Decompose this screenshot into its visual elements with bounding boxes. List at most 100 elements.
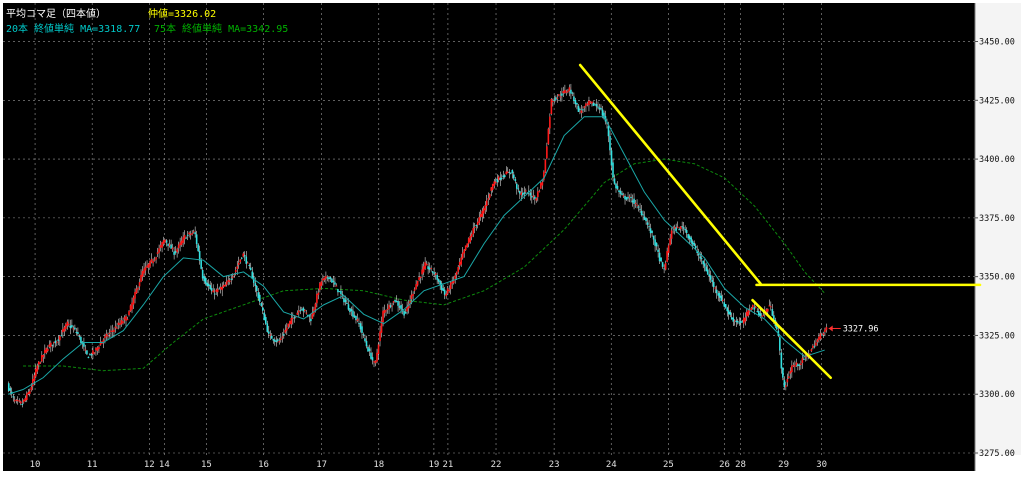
candle-up (580, 110, 583, 113)
candle-down (697, 253, 700, 256)
candle-up (812, 345, 814, 349)
candle-up (742, 317, 745, 324)
candle-down (433, 272, 435, 275)
candle-up (44, 349, 46, 354)
candle-up (412, 293, 414, 296)
candle-up (588, 100, 590, 106)
candle-down (724, 304, 727, 308)
candle-up (636, 204, 638, 206)
candle-up (815, 342, 817, 346)
candle-up (472, 227, 475, 235)
candle-down (442, 288, 444, 292)
candle-up (558, 94, 560, 96)
candle-up (320, 281, 323, 286)
candle-up (768, 305, 771, 307)
x-tick-label: 12 (144, 460, 155, 470)
candle-up (788, 376, 790, 379)
candle-up (131, 302, 133, 310)
candle-up (42, 354, 45, 358)
candle-down (712, 281, 715, 288)
candle-up (491, 184, 494, 190)
candle-down (735, 320, 738, 323)
candle-down (170, 244, 172, 249)
candle-down (338, 291, 341, 293)
candle-up (188, 232, 190, 235)
candle-up (762, 315, 765, 317)
candlestick-chart[interactable]: 3327.96 3275.00 3300.00 3325.00 3350.00 3375… (0, 0, 1024, 473)
candle-down (83, 343, 85, 347)
candle-up (15, 399, 18, 401)
candle-up (66, 321, 69, 326)
candle-up (532, 195, 535, 198)
candle-up (454, 275, 456, 279)
candle-down (361, 326, 363, 333)
candle-up (38, 361, 40, 365)
y-tick-label: 3300.00 (979, 390, 1015, 400)
candle-up (284, 329, 287, 333)
candle-up (550, 99, 553, 115)
candle-up (754, 307, 757, 309)
candle-up (212, 290, 214, 293)
candle-down (715, 289, 718, 294)
candle-up (111, 330, 114, 332)
candle-down (203, 276, 205, 282)
candle-up (410, 294, 413, 299)
candle-down (332, 280, 335, 282)
candle-up (810, 349, 813, 352)
candle-down (245, 256, 248, 264)
candle-up (132, 297, 135, 305)
candle-down (738, 322, 741, 324)
candle-up (546, 146, 548, 159)
candle-up (182, 237, 184, 243)
candle-down (618, 190, 620, 193)
candle-down (254, 283, 257, 287)
candle-down (209, 285, 211, 290)
legend-ma20: 20本 終値単純 MA=3318.77 (6, 22, 140, 35)
candle-down (621, 193, 623, 196)
candle-up (589, 101, 592, 103)
candle-up (481, 210, 484, 217)
candle-up (93, 352, 96, 354)
candle-down (370, 352, 372, 359)
candle-down (598, 107, 601, 110)
candle-down (699, 256, 701, 259)
candle-down (51, 344, 54, 346)
candle-down (439, 280, 441, 285)
price-axis-panel (975, 3, 1021, 455)
candle-down (260, 303, 263, 306)
x-tick-label: 18 (373, 460, 384, 470)
x-tick-label: 21 (442, 460, 453, 470)
candle-up (666, 251, 668, 262)
candle-down (511, 169, 514, 174)
candle-down (706, 269, 709, 275)
candle-up (506, 171, 509, 174)
candle-up (129, 305, 132, 312)
x-tick-label: 14 (159, 460, 170, 470)
candle-up (104, 336, 106, 339)
candle-down (756, 311, 759, 313)
candle-up (586, 103, 589, 105)
candle-down (359, 323, 362, 330)
candle-up (469, 235, 472, 243)
candle-down (358, 323, 360, 325)
candle-down (720, 295, 723, 302)
candle-down (340, 290, 342, 294)
candle-down (651, 230, 653, 233)
candle-up (585, 103, 587, 107)
candle-down (522, 192, 524, 196)
candle-down (255, 285, 258, 292)
candle-down (206, 282, 208, 287)
y-tick-label: 3425.00 (979, 96, 1015, 106)
y-tick-label: 3450.00 (979, 38, 1015, 48)
candle-down (717, 293, 720, 296)
candle-up (535, 197, 538, 201)
candle-up (84, 349, 87, 351)
candle-down (517, 188, 520, 190)
candle-down (353, 315, 356, 318)
candle-up (424, 262, 426, 270)
candle-up (122, 321, 124, 324)
candle-down (283, 334, 285, 336)
candle-up (568, 87, 571, 91)
candle-up (493, 181, 496, 186)
candle-up (547, 128, 550, 145)
